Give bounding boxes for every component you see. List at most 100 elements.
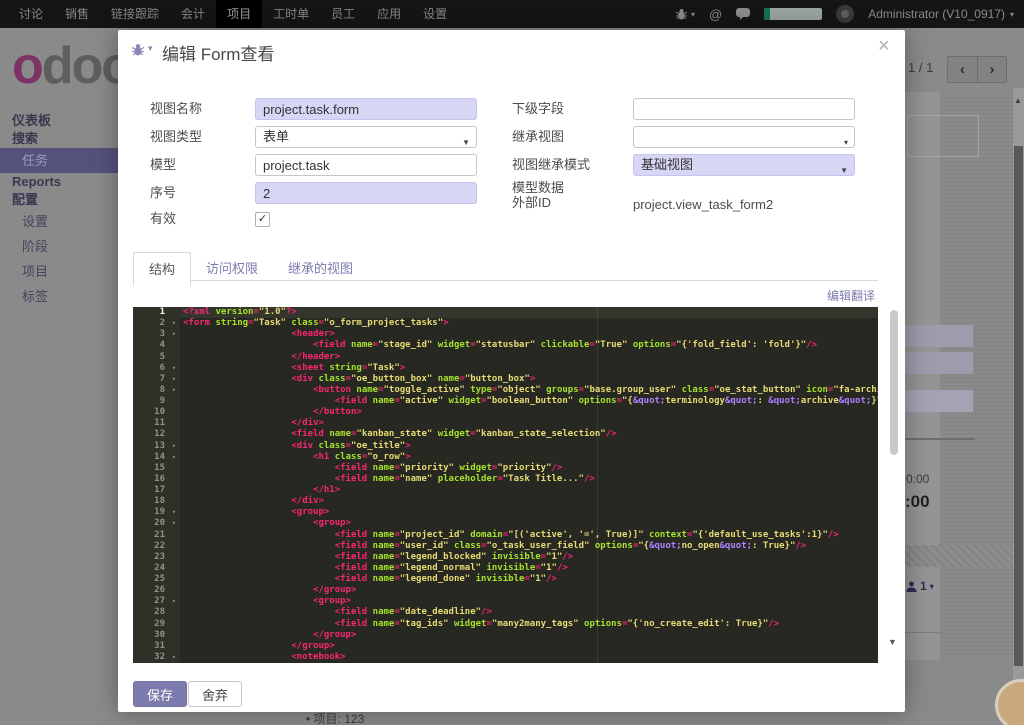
gutter-line: 11 <box>133 418 180 429</box>
code-line: <field name="project_id" domain="[('acti… <box>183 530 878 541</box>
sidebar-item-3[interactable]: 任务 <box>0 148 118 173</box>
chevron-down-icon[interactable]: ▾ <box>148 43 153 54</box>
code-line: <h1 class="o_row"> <box>183 452 878 463</box>
editor-code: <?xml version="1.0"?><form string="Task"… <box>180 307 878 663</box>
debug-bug-icon[interactable]: ▾ <box>675 8 695 20</box>
gutter-line: 25 <box>133 574 180 585</box>
list-item: 项目: 123 <box>306 710 364 725</box>
nav-menu-9[interactable]: 设置 <box>412 0 458 28</box>
dimmed-stripe-band <box>905 545 1015 567</box>
timer-widget[interactable] <box>764 8 822 20</box>
followers-count: 1 <box>920 579 927 593</box>
child-field-input[interactable] <box>633 98 855 120</box>
edit-translations-link[interactable]: 编辑翻译 <box>827 287 875 304</box>
gutter-line: 2▾ <box>133 318 180 329</box>
inheritance-mode-select[interactable]: 基础视图 ▼ <box>633 154 855 176</box>
chevron-down-icon: ▾ <box>930 582 934 591</box>
code-line: <header> <box>183 329 878 340</box>
code-line: <div class="oe_title"> <box>183 441 878 452</box>
timer-progress <box>764 8 770 20</box>
child-field-label: 下级字段 <box>512 98 564 120</box>
code-line: <field name="legend_done" invisible="1"/… <box>183 574 878 585</box>
code-line: <field name="tag_ids" widget="many2many_… <box>183 619 878 630</box>
dialog-title: 编辑 Form查看 <box>162 40 274 65</box>
code-line: </h1> <box>183 485 878 496</box>
page-scrollbar-thumb[interactable] <box>1014 146 1023 666</box>
code-line: </button> <box>183 407 878 418</box>
save-button[interactable]: 保存 <box>133 681 187 707</box>
modal-scrollbar-thumb[interactable] <box>890 310 898 455</box>
nav-menu-7[interactable]: 员工 <box>320 0 366 28</box>
gutter-line: 27▾ <box>133 596 180 607</box>
pager-prev-button[interactable]: ‹ <box>947 56 977 83</box>
livechat-avatar-button[interactable] <box>995 679 1024 725</box>
tab-2[interactable]: 访问权限 <box>191 252 273 285</box>
scroll-down-icon[interactable]: ▼ <box>888 637 897 647</box>
tab-1[interactable]: 结构 <box>133 252 191 286</box>
code-line: </group> <box>183 585 878 596</box>
code-editor[interactable]: 12▾3▾456▾7▾8▾910111213▾14▾1516171819▾20▾… <box>133 307 878 663</box>
sidebar-item-4[interactable]: Reports <box>0 173 118 191</box>
nav-menu-5[interactable]: 项目 <box>216 0 262 28</box>
sidebar-item-1[interactable]: 仪表板 <box>0 112 118 130</box>
debug-bug-icon[interactable] <box>131 43 145 61</box>
scroll-up-icon[interactable]: ▲ <box>1014 96 1022 105</box>
sidebar-item-7[interactable]: 阶段 <box>0 234 118 259</box>
active-checkbox[interactable]: ✓ <box>255 212 270 227</box>
chat-glyph <box>736 8 750 20</box>
code-line: <field name="kanban_state" widget="kanba… <box>183 429 878 440</box>
sidebar-item-6[interactable]: 设置 <box>0 209 118 234</box>
sidebar-item-9[interactable]: 标签 <box>0 284 118 309</box>
gutter-line: 10 <box>133 407 180 418</box>
kanban-background <box>938 92 1013 660</box>
edit-view-dialog: ▾ 编辑 Form查看 × 视图名称 视图类型 表单 ▼ 模型 序号 有效 ✓ … <box>118 30 905 712</box>
gutter-line: 5 <box>133 352 180 363</box>
discard-button[interactable]: 舍弃 <box>188 681 242 707</box>
bug-glyph <box>675 8 688 20</box>
gutter-line: 23 <box>133 552 180 563</box>
notebook-tabs: 结构访问权限继承的视图 <box>133 252 368 285</box>
gutter-line: 16 <box>133 474 180 485</box>
user-menu[interactable]: Administrator (V10_0917) ▾ <box>868 7 1014 21</box>
code-line: <?xml version="1.0"?> <box>180 307 878 318</box>
code-line: </group> <box>183 641 878 652</box>
nav-menu-3[interactable]: 链接跟踪 <box>100 0 170 28</box>
nav-menu-4[interactable]: 会计 <box>170 0 216 28</box>
gutter-line: 29 <box>133 619 180 630</box>
mentions-at-icon[interactable]: @ <box>709 7 722 22</box>
nav-menu-8[interactable]: 应用 <box>366 0 412 28</box>
logo-letter: o <box>12 37 42 95</box>
sequence-input[interactable] <box>255 182 477 204</box>
view-name-input[interactable] <box>255 98 477 120</box>
top-navbar: 讨论销售链接跟踪会计项目工时单员工应用设置 ▾ @ Administrator … <box>0 0 1024 28</box>
code-line: <group> <box>183 518 878 529</box>
model-input[interactable] <box>255 154 477 176</box>
close-icon[interactable]: × <box>878 36 890 56</box>
dimmed-form-panel <box>905 92 940 660</box>
inherited-view-select[interactable]: ▾ <box>633 126 855 148</box>
nav-menu-6[interactable]: 工时单 <box>262 0 320 28</box>
select-caret-icon: ▼ <box>840 161 848 181</box>
screen: 讨论销售链接跟踪会计项目工时单员工应用设置 ▾ @ Administrator … <box>0 0 1024 725</box>
gutter-line: 1 <box>133 307 180 318</box>
external-id-label-line1: 模型数据 <box>512 180 564 195</box>
divider <box>905 438 975 440</box>
nav-menu-1[interactable]: 讨论 <box>8 0 54 28</box>
sidebar-item-5[interactable]: 配置 <box>0 191 118 209</box>
chat-bubble-icon[interactable] <box>736 8 750 20</box>
external-id-value: project.view_task_form2 <box>633 197 773 212</box>
select-caret-icon: ▾ <box>844 133 848 153</box>
code-line: <field name="user_id" class="o_task_user… <box>183 541 878 552</box>
gutter-line: 26 <box>133 585 180 596</box>
view-type-select[interactable]: 表单 ▼ <box>255 126 477 148</box>
nav-menu-2[interactable]: 销售 <box>54 0 100 28</box>
pager-next-button[interactable]: › <box>977 56 1007 83</box>
sidebar-item-2[interactable]: 搜索 <box>0 130 118 148</box>
odoo-logo: odoo <box>12 36 131 96</box>
sidebar-item-8[interactable]: 项目 <box>0 259 118 284</box>
dimmed-chip <box>905 325 973 347</box>
divider <box>905 632 943 633</box>
code-line: <field name="stage_id" widget="statusbar… <box>183 340 878 351</box>
followers-widget: 1 ▾ <box>906 579 934 593</box>
tab-3[interactable]: 继承的视图 <box>273 252 368 285</box>
